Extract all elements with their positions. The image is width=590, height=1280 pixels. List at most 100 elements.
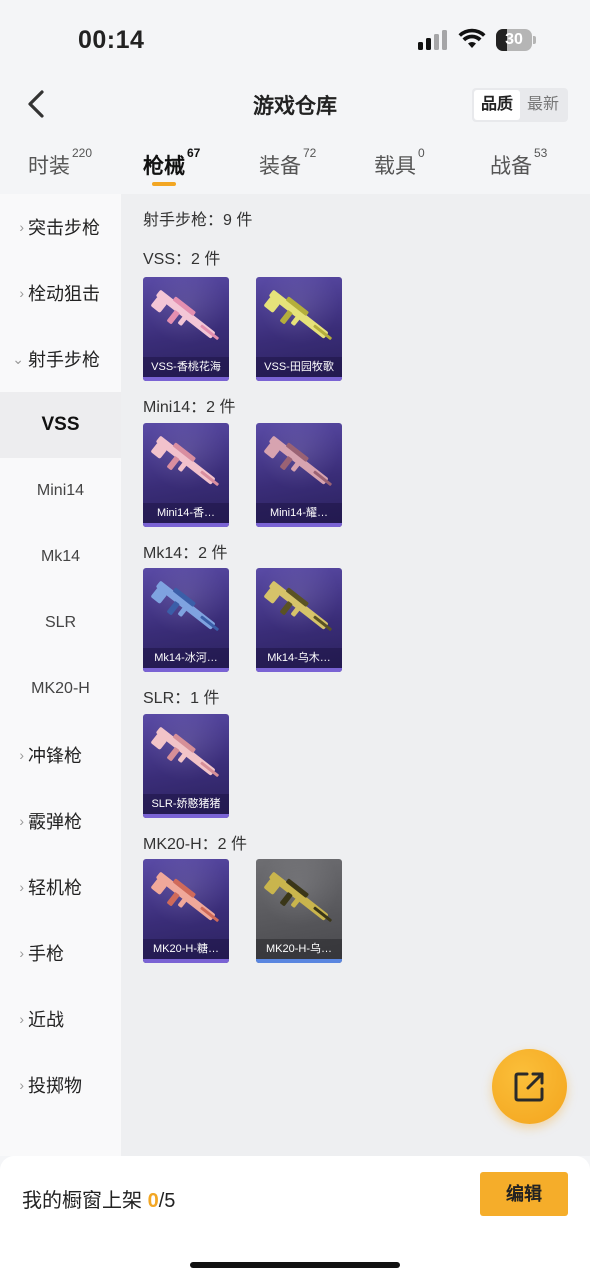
side-item-shotguns[interactable]: › 霰弹枪 [0, 788, 121, 854]
side-item-pistols[interactable]: › 手枪 [0, 920, 121, 986]
chevron-right-icon: › [19, 813, 24, 829]
tab-fashion[interactable]: 时装220 [28, 146, 92, 180]
side-item-melee[interactable]: › 近战 [0, 986, 121, 1052]
chevron-down-icon: ⌄ [12, 350, 24, 367]
item-card[interactable]: Mini14-香… [143, 423, 229, 527]
chevron-right-icon: › [19, 1077, 24, 1093]
side-item-lmgs[interactable]: › 轻机枪 [0, 854, 121, 920]
side-item-label: 轻机枪 [28, 878, 82, 898]
quality-bar [256, 668, 342, 672]
side-nav: › 突击步枪 › 栓动狙击 ⌄ 射手步枪 VSS Mini14 Mk14 SLR… [0, 194, 121, 1156]
tab-label: 装备 [259, 155, 301, 178]
sort-toggle: 品质 最新 [472, 88, 568, 122]
item-card[interactable]: Mini14-耀… [256, 423, 342, 527]
gun-skin-icon [264, 290, 332, 340]
item-card[interactable]: MK20-H-乌… [256, 859, 342, 963]
sort-option-latest[interactable]: 最新 [520, 90, 566, 120]
shelf-status: 我的橱窗上架 0/5 [22, 1184, 175, 1213]
item-grid-panel[interactable]: 射手步枪：9 件 VSS：2 件 VSS-香桃花海 VSS-田园牧歌 Mini1… [121, 194, 590, 1156]
quality-bar [143, 668, 229, 672]
section-header: 射手步枪：9 件 [143, 212, 253, 229]
side-item-mk20h[interactable]: MK20-H [0, 656, 121, 722]
group-title-mk20h: MK20-H：2 件 [143, 836, 248, 853]
wifi-icon [458, 28, 486, 48]
item-name: Mini14-香… [143, 503, 229, 523]
quality-bar [143, 523, 229, 527]
quality-bar [256, 377, 342, 381]
tab-label: 枪械 [143, 155, 185, 178]
item-name: MK20-H-糖… [143, 939, 229, 959]
status-time: 00:14 [78, 26, 145, 54]
battery-icon: 30 [496, 29, 536, 51]
gun-skin-icon [264, 581, 332, 631]
chevron-right-icon: › [19, 879, 24, 895]
gun-skin-icon [151, 436, 219, 486]
item-card[interactable]: VSS-香桃花海 [143, 277, 229, 381]
shelf-current-count: 0 [147, 1190, 159, 1212]
side-item-label: 冲锋枪 [28, 746, 82, 766]
chevron-right-icon: › [19, 945, 24, 961]
item-name: MK20-H-乌… [256, 939, 342, 959]
chevron-right-icon: › [19, 747, 24, 763]
side-item-assault-rifles[interactable]: › 突击步枪 [0, 194, 121, 260]
share-external-icon [514, 1072, 544, 1102]
tab-label: 载具 [374, 155, 416, 178]
shelf-label: 我的橱窗上架 [22, 1190, 142, 1212]
tab-label: 战备 [490, 155, 532, 178]
side-item-slr[interactable]: SLR [0, 590, 121, 656]
item-card[interactable]: Mk14-冰河… [143, 568, 229, 672]
chevron-right-icon: › [19, 285, 24, 301]
item-card[interactable]: VSS-田园牧歌 [256, 277, 342, 381]
item-card[interactable]: Mk14-乌木… [256, 568, 342, 672]
item-name: VSS-田园牧歌 [256, 357, 342, 377]
tab-count: 53 [534, 146, 548, 160]
tab-equipment[interactable]: 装备72 [259, 146, 316, 180]
side-item-bolt-snipers[interactable]: › 栓动狙击 [0, 260, 121, 326]
side-item-vss[interactable]: VSS [0, 392, 121, 458]
side-item-marksman-rifles[interactable]: ⌄ 射手步枪 [0, 326, 121, 392]
home-indicator [190, 1262, 400, 1268]
gun-skin-icon [151, 290, 219, 340]
item-name: VSS-香桃花海 [143, 357, 229, 377]
quality-bar [143, 959, 229, 963]
nav-bar: 游戏仓库 品质 最新 [0, 76, 590, 136]
side-item-throwables[interactable]: › 投掷物 [0, 1052, 121, 1118]
battery-level: 30 [505, 31, 523, 48]
item-card[interactable]: SLR-娇憨猪猪 [143, 714, 229, 818]
tab-guns[interactable]: 枪械67 [143, 146, 200, 180]
side-item-label: 手枪 [28, 944, 64, 964]
group-title-slr: SLR：1 件 [143, 690, 220, 707]
tab-vehicles[interactable]: 载具0 [374, 146, 425, 180]
status-bar: 00:14 30 [0, 0, 590, 76]
tab-count: 72 [303, 146, 317, 160]
item-card[interactable]: MK20-H-糖… [143, 859, 229, 963]
side-item-label: 射手步枪 [28, 350, 100, 370]
side-item-label: 投掷物 [28, 1076, 82, 1096]
group-title-mk14: Mk14：2 件 [143, 545, 228, 562]
side-item-label: 近战 [28, 1010, 64, 1030]
gun-skin-icon [151, 872, 219, 922]
tab-count: 67 [187, 146, 201, 160]
shelf-total: /5 [158, 1190, 176, 1212]
gun-skin-icon [264, 872, 332, 922]
edit-button[interactable]: 编辑 [480, 1172, 568, 1216]
sort-option-quality[interactable]: 品质 [474, 90, 520, 120]
side-item-label: 霰弹枪 [28, 812, 82, 832]
tab-supplies[interactable]: 战备53 [490, 146, 547, 180]
side-item-mini14[interactable]: Mini14 [0, 458, 121, 524]
share-button[interactable] [492, 1049, 567, 1124]
category-tabs: 时装220 枪械67 装备72 载具0 战备53 [0, 140, 590, 194]
gun-skin-icon [264, 436, 332, 486]
tab-count: 220 [72, 146, 93, 160]
quality-bar [256, 523, 342, 527]
item-name: SLR-娇憨猪猪 [143, 794, 229, 814]
side-item-smgs[interactable]: › 冲锋枪 [0, 722, 121, 788]
chevron-right-icon: › [19, 1011, 24, 1027]
group-title-mini14: Mini14：2 件 [143, 399, 236, 416]
side-item-label: 突击步枪 [28, 218, 100, 238]
gun-skin-icon [151, 727, 219, 777]
quality-bar [256, 959, 342, 963]
side-item-mk14[interactable]: Mk14 [0, 524, 121, 590]
cellular-signal-icon [418, 30, 450, 50]
item-name: Mk14-冰河… [143, 648, 229, 668]
